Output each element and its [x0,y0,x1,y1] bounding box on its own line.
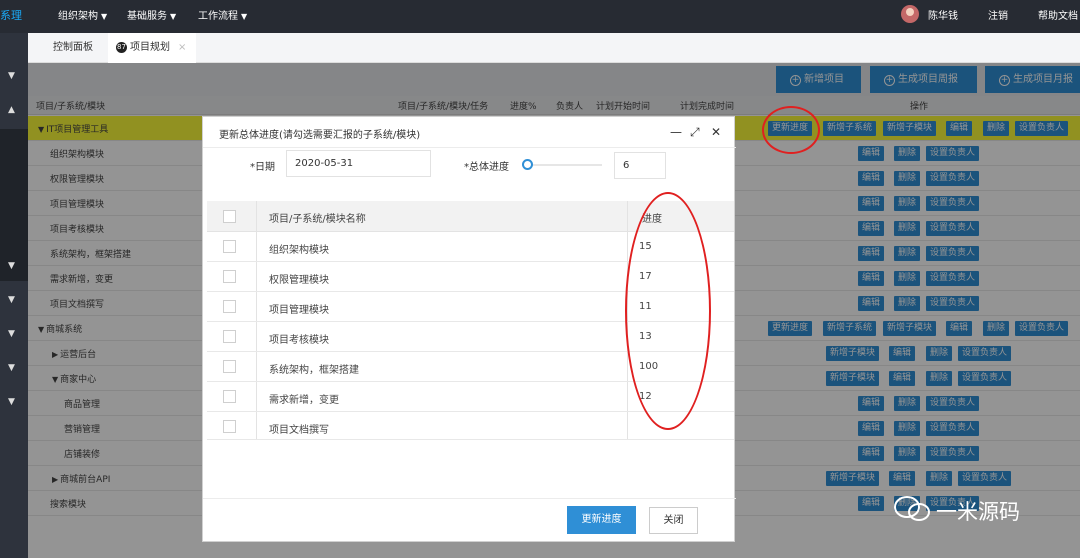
minimize-icon[interactable]: — [670,125,682,139]
progress-slider-handle[interactable] [522,159,533,170]
module-name: 权限管理模块 [269,275,329,286]
module-name: 系统架构，框架搭建 [269,365,359,376]
chevron-down-icon[interactable]: ▼ [8,397,15,407]
dialog-title: 更新总体进度(请勾选需要汇报的子系统/模块) [219,130,421,141]
close-icon[interactable]: ✕ [711,125,721,139]
avatar[interactable] [901,5,919,23]
chevron-down-icon[interactable]: ▼ [8,71,15,81]
caret-down-icon: ▼ [241,12,248,21]
tab-project-planning[interactable]: 87 项目规划 × [108,33,197,63]
chevron-up-icon[interactable]: ▲ [8,105,15,115]
tab-dashboard[interactable]: 控制面板 [53,33,93,63]
update-progress-submit-button[interactable]: 更新进度 [567,506,636,534]
chevron-down-icon[interactable]: ▼ [8,295,15,305]
caret-down-icon: ▼ [101,12,108,21]
row-checkbox[interactable] [223,270,236,283]
close-icon[interactable]: × [178,42,186,53]
wechat-icon [894,496,930,521]
nav-workflow[interactable]: 工作流程 ▼ [198,7,247,22]
divider [203,498,736,499]
sidebar-active-group [0,129,28,281]
nav-basic-services[interactable]: 基础服务 ▼ [127,7,176,22]
overall-progress-label: *总体进度 [464,162,509,173]
sidebar: ▼ ▲ ▼ ▼ ▼ ▼ ▼ [0,33,28,558]
close-button[interactable]: 关闭 [649,507,698,534]
chevron-down-icon[interactable]: ▼ [8,363,15,373]
progress-value-field[interactable]: 6 [614,152,666,179]
caret-down-icon: ▼ [170,12,177,21]
row-checkbox[interactable] [223,390,236,403]
module-name: 项目文档撰写 [269,425,329,436]
annotation-circle [762,106,820,154]
select-all-checkbox[interactable] [223,210,236,223]
module-name: 需求新增，变更 [269,395,339,406]
logout-link[interactable]: 注销 [988,7,1008,22]
chevron-down-icon[interactable]: ▼ [8,329,15,339]
progress-slider-track[interactable] [527,164,602,166]
maximize-icon[interactable]: ⤢ [690,125,700,140]
module-name: 项目管理模块 [269,305,329,316]
col-header: 项目/子系统/模块名称 [269,214,366,225]
brand-text: 系理 [0,9,22,22]
module-name: 项目考核模块 [269,335,329,346]
tab-bar: 控制面板 87 项目规划 × [28,33,1080,63]
row-checkbox[interactable] [223,300,236,313]
row-checkbox[interactable] [223,240,236,253]
date-field[interactable]: 2020-05-31 [286,150,431,177]
top-navbar: 系理 组织架构 ▼ 基础服务 ▼ 工作流程 ▼ 陈华钱 注销 帮助文档 [0,0,1080,33]
watermark-text: 一米源码 [936,500,1020,524]
annotation-ellipse [625,192,711,430]
divider [203,147,736,148]
chevron-down-icon[interactable]: ▼ [8,261,15,271]
tab-app-icon: 87 [116,41,127,53]
module-name: 组织架构模块 [269,245,329,256]
nav-org[interactable]: 组织架构 ▼ [58,7,107,22]
row-checkbox[interactable] [223,420,236,433]
row-checkbox[interactable] [223,330,236,343]
user-name[interactable]: 陈华钱 [928,7,958,22]
help-link[interactable]: 帮助文档 [1038,7,1078,22]
row-checkbox[interactable] [223,360,236,373]
date-label: *日期 [250,162,275,173]
